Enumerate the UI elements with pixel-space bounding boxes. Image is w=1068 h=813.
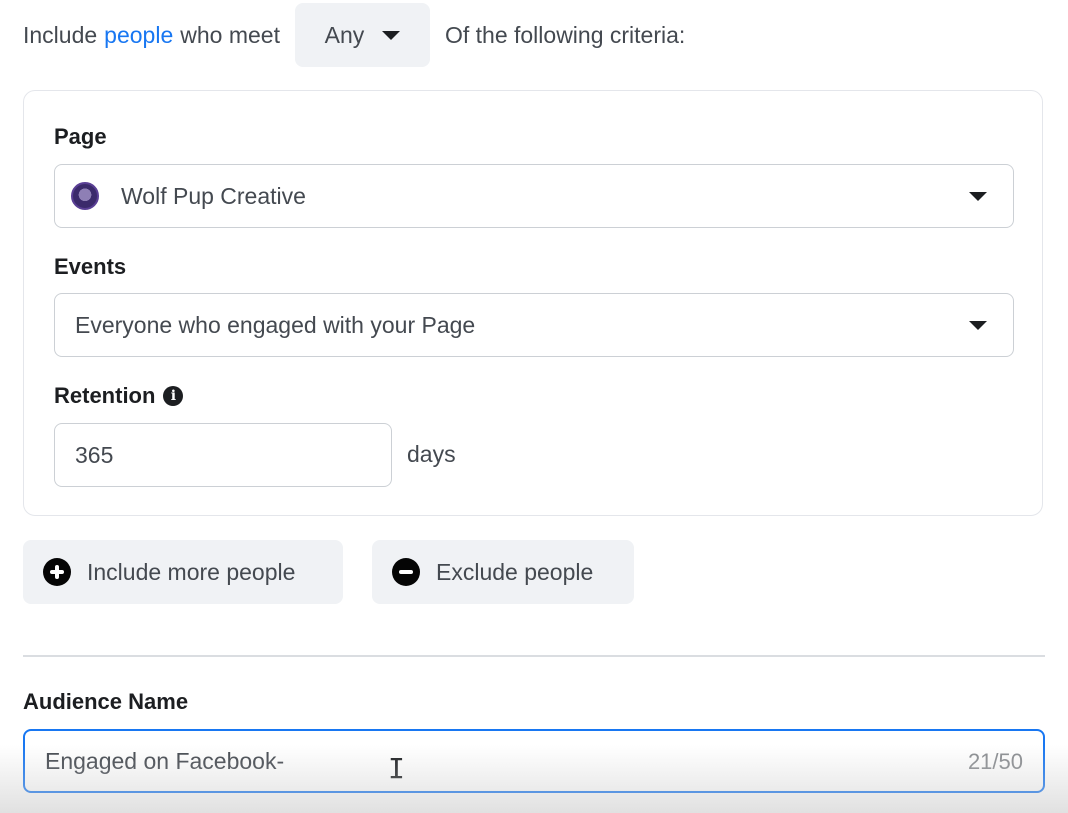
match-type-value: Any [324,21,365,48]
page-label-text: Page [54,124,107,149]
page-select[interactable]: Wolf Pup Creative [54,164,1014,228]
retention-label-text: Retention [54,383,156,408]
minus-circle-icon [392,558,420,586]
criteria-card: Page Wolf Pup Creative Events Everyone w… [23,90,1043,516]
events-label: Events [54,254,126,280]
include-prefix: Include [23,21,98,48]
exclude-label: Exclude people [436,558,594,585]
audience-name-label: Audience Name [23,689,189,714]
page-avatar [71,182,99,210]
character-counter: 21/50 [967,749,1023,774]
events-label-text: Events [54,254,127,279]
include-more-label: Include more people [87,558,296,585]
include-suffix: Of the following criteria: [444,21,686,48]
include-criteria-row: Include people who meet Any Of the follo… [23,3,685,67]
text-cursor-icon: I [388,752,405,785]
caret-down-icon [969,192,987,201]
info-icon[interactable]: i [163,386,184,406]
section-divider [23,655,1045,657]
include-middle-text: who meet [180,21,280,48]
retention-value: 365 [75,441,114,468]
people-link[interactable]: people [104,22,173,49]
page-select-value: Wolf Pup Creative [121,182,306,209]
retention-input[interactable]: 365 [54,423,392,487]
match-type-dropdown[interactable]: Any [294,3,430,67]
caret-down-icon [382,30,401,40]
audience-name-input[interactable]: Engaged on Facebook- 21/50 [23,729,1045,793]
include-more-people-button[interactable]: Include more people [23,540,343,604]
caret-down-icon [969,321,987,330]
events-select[interactable]: Everyone who engaged with your Page [54,293,1014,357]
retention-label: Retention i [54,383,184,409]
retention-unit: days [407,441,456,467]
plus-circle-icon [43,558,71,586]
audience-name-value: Engaged on Facebook- [45,747,285,774]
exclude-people-button[interactable]: Exclude people [372,540,634,604]
events-select-value: Everyone who engaged with your Page [75,311,476,338]
page-label: Page [54,124,107,150]
